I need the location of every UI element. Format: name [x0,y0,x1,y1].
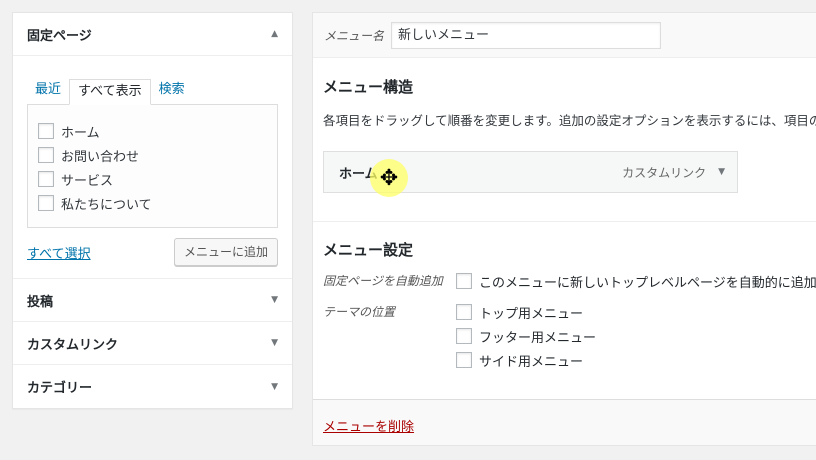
location-label: サイド用メニュー [479,354,584,370]
theme-location-label: テーマの位置 [323,305,396,319]
tab-recent[interactable]: 最近 [27,78,69,104]
checkbox[interactable] [456,273,472,289]
page-item-services[interactable]: サービス [38,167,267,191]
move-cursor-icon: ✥ [370,159,408,197]
menu-footer: メニューを削除 [313,399,816,445]
checkbox[interactable] [38,195,54,211]
tab-search[interactable]: 検索 [151,78,193,104]
page-item-label: ホーム [61,125,100,141]
checkbox[interactable] [38,123,54,139]
theme-location-row: テーマの位置 トップ用メニュー フッター用メニュー サイド用メニュー [323,303,816,375]
menu-editor: メニュー名 新しいメニュー メニュー構造 各項目をドラッグして順番を変更します。… [312,12,816,446]
location-footer-menu[interactable]: フッター用メニュー [456,327,597,346]
page-item-label: お問い合わせ [61,149,140,165]
auto-add-label: 固定ページを自動追加 [323,274,443,288]
pages-actions: すべて選択 メニューに追加 [27,238,278,266]
location-label: フッター用メニュー [479,330,597,346]
pages-panel: 固定ページ ▲ 最近 すべて表示 検索 ホーム お問い合わせ サービス 私たちに… [12,12,293,409]
tab-view-all[interactable]: すべて表示 [69,79,151,105]
add-to-menu-button[interactable]: メニューに追加 [173,238,278,266]
pages-section-body: 最近 すべて表示 検索 ホーム お問い合わせ サービス 私たちについて すべて選… [13,56,292,279]
pages-section-header[interactable]: 固定ページ ▲ [13,13,292,56]
page-item-contact[interactable]: お問い合わせ [38,143,267,167]
posts-section-title: 投稿 [27,294,54,310]
posts-section-header[interactable]: 投稿 ▼ [13,279,292,322]
auto-add-option-label: このメニューに新しいトップレベルページを自動的に追加 [479,275,816,291]
menu-item-home[interactable]: ホーム カスタムリンク ▼ ✥ [323,151,738,197]
categories-section-title: カテゴリー [27,381,93,396]
expand-down-icon[interactable]: ▼ [271,295,278,305]
menu-structure-title: メニュー構造 [323,78,414,96]
page-item-about[interactable]: 私たちについて [38,191,267,215]
pages-section-title: 固定ページ [27,28,92,44]
custom-links-section-header[interactable]: カスタムリンク ▼ [13,322,292,365]
menu-name-row: メニュー名 新しいメニュー [313,13,816,58]
checkbox[interactable] [456,328,472,344]
divider [313,221,816,222]
page-item-label: サービス [61,173,114,189]
expand-down-icon[interactable]: ▼ [718,167,725,177]
auto-add-row: 固定ページを自動追加 このメニューに新しいトップレベルページを自動的に追加 [323,272,816,296]
select-all-link[interactable]: すべて選択 [27,243,91,262]
collapse-up-icon[interactable]: ▲ [271,29,278,39]
expand-down-icon[interactable]: ▼ [271,338,278,348]
page-item-home[interactable]: ホーム [38,119,267,143]
location-label: トップ用メニュー [479,306,584,322]
checkbox[interactable] [38,147,54,163]
auto-add-option[interactable]: このメニューに新しいトップレベルページを自動的に追加 [456,272,816,291]
theme-location-options: トップ用メニュー フッター用メニュー サイド用メニュー [456,303,596,375]
delete-menu-link[interactable]: メニューを削除 [323,420,414,435]
expand-down-icon[interactable]: ▼ [271,382,278,392]
pages-tabs: 最近 すべて表示 検索 [27,78,278,105]
location-side-menu[interactable]: サイド用メニュー [456,351,596,370]
checkbox[interactable] [456,304,472,320]
custom-links-section-title: カスタムリンク [27,337,119,353]
menu-item-type: カスタムリンク [622,165,707,180]
checkbox[interactable] [456,352,472,368]
categories-section-header[interactable]: カテゴリー ▼ [13,365,292,408]
menu-instructions: 各項目をドラッグして順番を変更します。追加の設定オプションを表示するには、項目の… [323,113,816,128]
location-top-menu[interactable]: トップ用メニュー [456,303,596,322]
page-item-label: 私たちについて [61,197,152,213]
menu-settings-title: メニュー設定 [323,241,414,259]
pages-checklist: ホーム お問い合わせ サービス 私たちについて [27,104,278,228]
checkbox[interactable] [38,171,54,187]
menu-name-label: メニュー名 [324,28,385,43]
menu-name-input[interactable]: 新しいメニュー [391,21,661,49]
